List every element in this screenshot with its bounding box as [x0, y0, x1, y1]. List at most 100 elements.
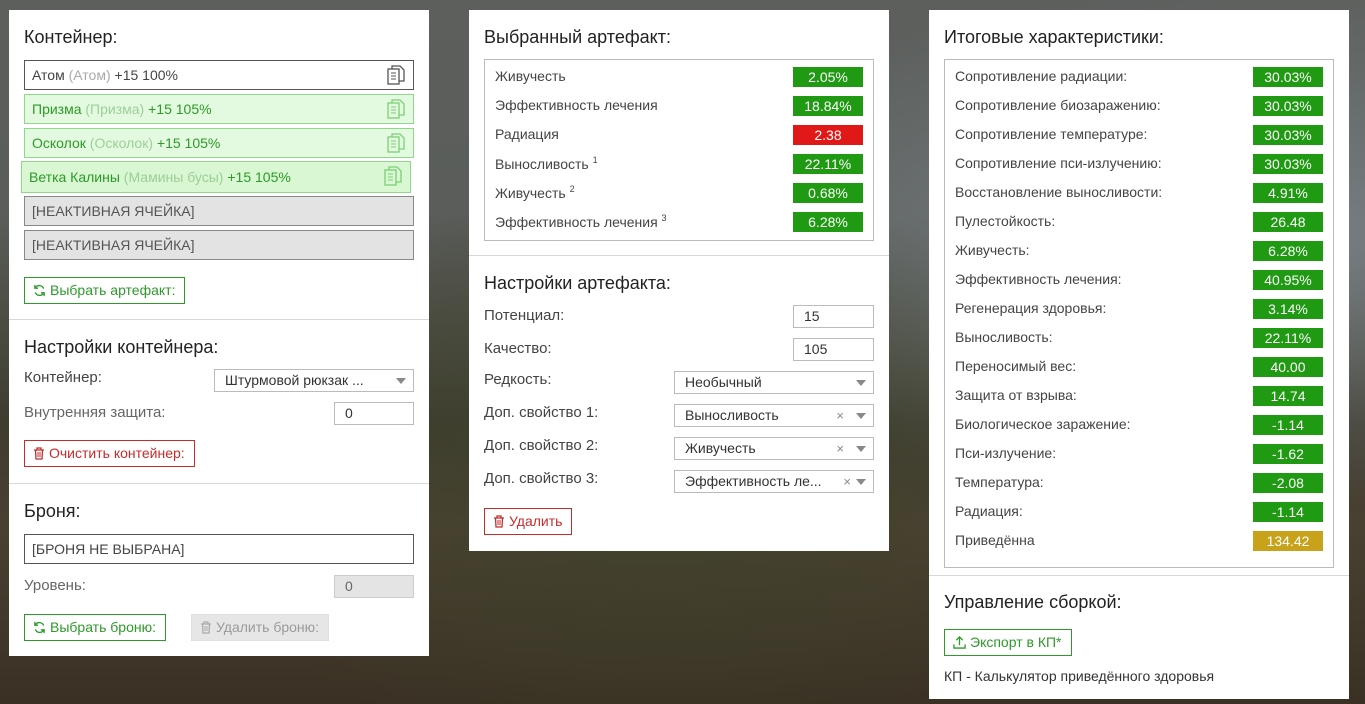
stat-row: Регенерация здоровья: 3.14%	[955, 299, 1323, 320]
container-type-label: Контейнер:	[24, 369, 102, 386]
stat-row: Восстановление выносливости: 4.91%	[955, 183, 1323, 204]
container-type-value: Штурмовой рюкзак ...	[225, 372, 364, 388]
stat-row: Выносливость 1 22.11%	[495, 154, 863, 175]
internal-protection-input[interactable]: 0	[334, 402, 414, 425]
container-panel: Контейнер: Атом (Атом) +15 100% Призма (…	[9, 10, 429, 656]
container-slot-3[interactable]: Осколок (Осколок) +15 105%	[24, 128, 414, 158]
stat-name: Сопротивление радиации:	[955, 68, 1128, 84]
stat-value: -1.14	[1253, 415, 1323, 435]
extra-property-3-select[interactable]: Эффективность ле... ×	[674, 470, 874, 493]
container-type-select[interactable]: Штурмовой рюкзак ...	[214, 369, 414, 392]
select-artifact-label: Выбрать артефакт:	[50, 282, 176, 298]
extra-property-1-select[interactable]: Выносливость ×	[674, 404, 874, 427]
chevron-down-icon	[856, 380, 866, 386]
slot-inactive-label: [НЕАКТИВНАЯ ЯЧЕЙКА]	[32, 203, 195, 219]
build-title: Управление сборкой:	[944, 592, 1122, 612]
container-slot-4[interactable]: Ветка Калины (Мамины бусы) +15 105%	[21, 161, 411, 193]
stat-row: Пулестойкость: 26.48	[955, 212, 1323, 233]
stat-row: Сопротивление пси-излучению: 30.03%	[955, 154, 1323, 175]
stat-name: Пси-излучение:	[955, 445, 1057, 461]
armor-level-label: Уровень:	[24, 577, 86, 594]
clear-icon[interactable]: ×	[836, 405, 844, 426]
stat-value: -2.08	[1253, 473, 1323, 493]
copy-icon[interactable]	[387, 99, 405, 120]
delete-artifact-button[interactable]: Удалить	[484, 508, 573, 535]
stat-value: 40.00	[1253, 357, 1323, 377]
container-slot-5: [НЕАКТИВНАЯ ЯЧЕЙКА]	[24, 196, 414, 226]
extra-property-1-value: Выносливость	[685, 407, 779, 423]
stat-name: Живучесть	[495, 68, 566, 84]
quality-label: Качество:	[484, 340, 552, 357]
artifact-panel: Выбранный артефакт: Живучесть 2.05% Эффе…	[469, 10, 889, 551]
stat-row: Живучесть 2 0.68%	[495, 183, 863, 204]
stat-row: Защита от взрыва: 14.74	[955, 386, 1323, 407]
stat-name: Выносливость:	[955, 329, 1053, 345]
slot-artifact-alias: (Атом)	[68, 67, 111, 83]
extra-property-2-select[interactable]: Живучесть ×	[674, 437, 874, 460]
stat-row: Выносливость: 22.11%	[955, 328, 1323, 349]
artifact-settings-title: Настройки артефакта:	[484, 273, 671, 293]
container-slot-6: [НЕАКТИВНАЯ ЯЧЕЙКА]	[24, 230, 414, 260]
slot-artifact-name: Ветка Калины	[29, 169, 120, 185]
divider	[9, 319, 429, 320]
chevron-down-icon	[856, 446, 866, 452]
stat-row: Живучесть 2.05%	[495, 67, 863, 88]
divider	[929, 575, 1349, 576]
stat-name: Защита от взрыва:	[955, 387, 1077, 403]
extra-property-1-label: Доп. свойство 1:	[484, 404, 599, 421]
stat-name: Сопротивление температуре:	[955, 126, 1148, 142]
select-artifact-button[interactable]: Выбрать артефакт:	[24, 277, 186, 304]
stat-value: 14.74	[1253, 386, 1323, 406]
stat-row: Сопротивление биозаражению: 30.03%	[955, 96, 1323, 117]
container-slot-2[interactable]: Призма (Призма) +15 105%	[24, 94, 414, 124]
delete-armor-button: Удалить броню:	[191, 614, 330, 641]
trash-icon	[34, 447, 44, 460]
rarity-label: Редкость:	[484, 371, 552, 388]
clear-icon[interactable]: ×	[836, 438, 844, 459]
stat-row: Эффективность лечения: 40.95%	[955, 270, 1323, 291]
stat-name: Восстановление выносливости:	[955, 184, 1163, 200]
container-title: Контейнер:	[24, 27, 118, 47]
stat-value: 22.11%	[793, 154, 863, 174]
stat-row: Сопротивление радиации: 30.03%	[955, 67, 1323, 88]
stat-footnote: 1	[592, 155, 598, 165]
delete-armor-label: Удалить броню:	[216, 619, 320, 635]
select-armor-button[interactable]: Выбрать броню:	[24, 614, 166, 641]
extra-property-2-label: Доп. свойство 2:	[484, 437, 599, 454]
slot-artifact-level: +15 105%	[148, 101, 212, 117]
stat-row: Переносимый вес: 40.00	[955, 357, 1323, 378]
stat-value: 6.28%	[1253, 241, 1323, 261]
clear-icon[interactable]: ×	[843, 471, 851, 492]
copy-icon[interactable]	[384, 166, 402, 187]
copy-icon[interactable]	[387, 65, 405, 86]
stat-value: 26.48	[1253, 212, 1323, 232]
copy-icon[interactable]	[387, 133, 405, 154]
stat-name: Приведённа	[955, 532, 1035, 548]
armor-slot[interactable]: [БРОНЯ НЕ ВЫБРАНА]	[24, 534, 414, 564]
totals-stats: Сопротивление радиации: 30.03% Сопротивлен…	[944, 59, 1334, 568]
divider	[9, 483, 429, 484]
stat-value: 30.03%	[1253, 67, 1323, 87]
stat-name: Температура:	[955, 474, 1044, 490]
divider	[469, 255, 889, 256]
rarity-select[interactable]: Необычный	[674, 371, 874, 394]
slot-artifact-level: +15 100%	[114, 67, 178, 83]
stat-value: -1.62	[1253, 444, 1323, 464]
container-settings-title: Настройки контейнера:	[24, 337, 219, 357]
potential-input[interactable]: 15	[793, 305, 874, 328]
stat-value: 18.84%	[793, 96, 863, 116]
clear-container-button[interactable]: Очистить контейнер:	[24, 440, 195, 467]
stat-row: Приведённа 134.42	[955, 531, 1323, 552]
quality-input[interactable]: 105	[793, 338, 874, 361]
stat-name: Сопротивление пси-излучению:	[955, 155, 1162, 171]
stat-value: 30.03%	[1253, 125, 1323, 145]
stat-name: Радиация	[495, 126, 559, 142]
container-slot-1[interactable]: Атом (Атом) +15 100%	[24, 60, 414, 90]
stat-value: 134.42	[1253, 531, 1323, 551]
export-button[interactable]: Экспорт в КП*	[944, 629, 1072, 656]
stat-value: 2.38	[793, 125, 863, 145]
slot-inactive-label: [НЕАКТИВНАЯ ЯЧЕЙКА]	[32, 237, 195, 253]
export-label: Экспорт в КП*	[970, 634, 1062, 650]
stat-value: 4.91%	[1253, 183, 1323, 203]
stat-name: Радиация:	[955, 503, 1023, 519]
